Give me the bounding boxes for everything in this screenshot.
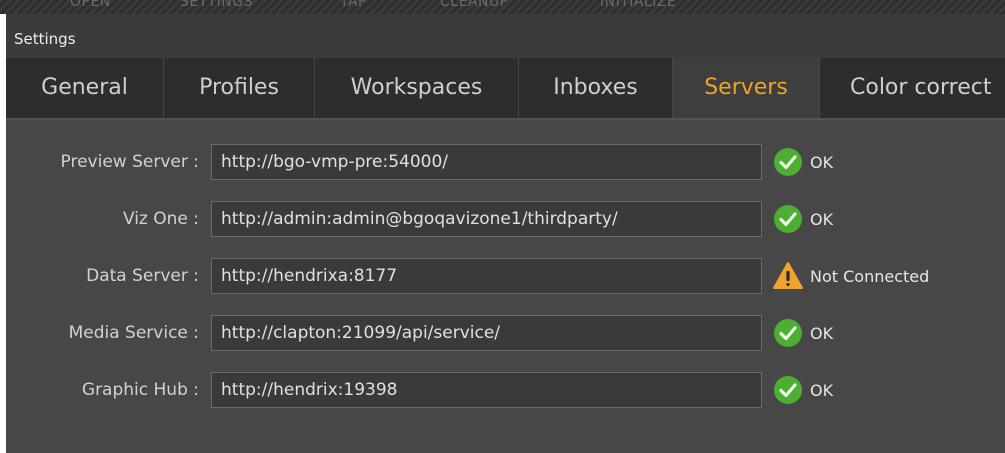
tab-label: Profiles	[199, 75, 279, 100]
warning-icon	[773, 262, 803, 289]
background-toolbar-label: SETTINGS	[180, 0, 253, 10]
check-circle-icon	[774, 376, 802, 404]
background-toolbar-label: CLEANUP	[440, 0, 509, 10]
tab-general[interactable]: General	[6, 58, 164, 118]
data-server-label: Data Server :	[86, 266, 199, 286]
check-circle-icon	[774, 205, 802, 233]
background-toolbar-label: INITIALIZE	[600, 0, 677, 10]
graphic-hub-status: OK	[772, 372, 833, 408]
tab-label: Inboxes	[553, 75, 638, 100]
servers-panel: Preview Server : OK Viz One :	[6, 120, 1005, 453]
viz-one-status: OK	[772, 201, 833, 237]
server-row-media-service: Media Service : OK	[6, 315, 1005, 351]
status-text: OK	[810, 380, 834, 400]
settings-tabs: General Profiles Workspaces Inboxes Serv…	[6, 58, 1005, 120]
tab-color-correction[interactable]: Color correct	[820, 58, 1005, 118]
tab-label: Workspaces	[350, 75, 483, 100]
status-text: OK	[810, 209, 834, 229]
media-service-input[interactable]	[211, 315, 762, 351]
data-server-input[interactable]	[211, 258, 762, 294]
viz-one-label: Viz One :	[122, 209, 199, 229]
server-row-data-server: Data Server : Not Connected	[6, 258, 1005, 294]
tab-label: Color correct	[850, 75, 992, 100]
media-service-label: Media Service :	[68, 323, 199, 343]
dialog-title: Settings	[14, 30, 76, 48]
graphic-hub-input[interactable]	[211, 372, 762, 408]
media-service-status: OK	[772, 315, 833, 351]
background-toolbar-label: TAP	[340, 0, 367, 10]
dialog-title-bar[interactable]: Settings	[6, 14, 1005, 58]
tab-label: General	[41, 75, 128, 100]
preview-server-label: Preview Server :	[60, 152, 199, 172]
tab-workspaces[interactable]: Workspaces	[315, 58, 519, 118]
server-row-preview: Preview Server : OK	[6, 144, 1005, 180]
tab-profiles[interactable]: Profiles	[164, 58, 315, 118]
tab-label: Servers	[704, 75, 788, 100]
data-server-status: Not Connected	[772, 258, 929, 294]
preview-server-input[interactable]	[211, 144, 762, 180]
tab-inboxes[interactable]: Inboxes	[519, 58, 673, 118]
status-text: OK	[810, 323, 834, 343]
graphic-hub-label: Graphic Hub :	[81, 380, 199, 400]
status-text: OK	[810, 152, 834, 172]
server-row-viz-one: Viz One : OK	[6, 201, 1005, 237]
status-text: Not Connected	[810, 266, 930, 286]
check-circle-icon	[774, 319, 802, 347]
server-row-graphic-hub: Graphic Hub : OK	[6, 372, 1005, 408]
background-toolbar-label: OPEN	[70, 0, 111, 10]
viz-one-input[interactable]	[211, 201, 762, 237]
check-circle-icon	[774, 148, 802, 176]
preview-server-status: OK	[772, 144, 833, 180]
settings-window: OPEN SETTINGS TAP CLEANUP INITIALIZE Set…	[0, 0, 1005, 453]
background-toolbar: OPEN SETTINGS TAP CLEANUP INITIALIZE	[0, 0, 1005, 14]
tab-servers[interactable]: Servers	[673, 58, 820, 118]
settings-dialog: Settings General Profiles Workspaces Inb…	[6, 14, 1005, 453]
